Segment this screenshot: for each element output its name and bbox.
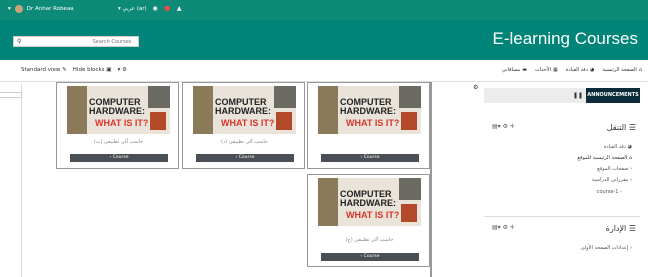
admin-link-frontpage-settings[interactable]: ‹ إعدادات الصفحة الأولى xyxy=(580,245,632,251)
calendar-icon: ▦ xyxy=(552,67,558,73)
search-input[interactable] xyxy=(21,38,132,45)
course-button[interactable]: ‹ Course xyxy=(196,154,294,162)
course-name[interactable]: حاسب آلي تطبيقي (ج) xyxy=(308,237,431,243)
home-icon: ⌂ xyxy=(628,155,632,161)
gear-icon[interactable]: ⚙ xyxy=(473,84,478,91)
dashboard-icon: ◕ xyxy=(627,144,632,150)
site-title[interactable]: E-learning Courses xyxy=(492,29,638,49)
nav-home[interactable]: ⌂ الصفحة الرئيسية xyxy=(602,67,642,73)
course-button[interactable]: ‹ Course xyxy=(321,154,419,162)
search-box[interactable]: ⚲ xyxy=(13,36,139,47)
navigation-block: ▤▾ ⚙ ✛ التنقل ☰ ◕ دفة القيادة ⌂ الصفحة ا… xyxy=(484,119,640,209)
block-controls[interactable]: ▤▾ ⚙ ✛ xyxy=(492,123,515,130)
nav-events[interactable]: ▦ الأحداث xyxy=(535,67,558,73)
pause-icon[interactable]: ❚❚ xyxy=(573,92,583,99)
bell-icon[interactable]: ▲ xyxy=(176,5,183,12)
top-bar xyxy=(0,0,648,20)
home-icon: ⌂ xyxy=(638,67,642,73)
language-menu[interactable]: ▾ عربي (ar) xyxy=(118,6,147,12)
dashboard-icon: ◕ xyxy=(589,67,595,73)
nav-link-my-courses[interactable]: ‹ مقرراتي الدراسية xyxy=(592,177,632,183)
standard-view-link[interactable]: Standard view ✎ xyxy=(21,67,67,73)
course-card: COMPUTER HARDWARE: WHAT IS IT? حاسب آلي … xyxy=(182,82,305,169)
announcements-label[interactable]: ANNOUNCEMENTS xyxy=(586,88,640,103)
course-name[interactable]: حاسب آلي تطبيقي (د) xyxy=(183,139,306,145)
navigation-block-title: التنقل ☰ xyxy=(606,123,636,132)
course-image[interactable]: COMPUTER HARDWARE: WHAT IS IT? xyxy=(318,86,421,134)
course-button[interactable]: ‹ Course xyxy=(70,154,168,162)
block-controls[interactable]: ▤▾ ⚙ ✛ xyxy=(492,224,515,231)
nav-dashboard[interactable]: ◕ دفة القيادة xyxy=(566,67,595,73)
settings-gear-icon[interactable]: ▾ ⚙ xyxy=(118,67,127,73)
nav-link-course[interactable]: ‹ course-1 xyxy=(597,189,622,195)
nav-link-site-pages[interactable]: ‹ صفحات الموقع xyxy=(597,166,632,172)
avatar[interactable] xyxy=(14,5,23,13)
nav-link-dashboard[interactable]: ◕ دفة القيادة xyxy=(604,144,632,150)
menu-toggle-icon[interactable]: ▾ xyxy=(8,6,11,12)
administration-block-title: الإدارة ☰ xyxy=(605,224,636,233)
course-button[interactable]: ‹ Course xyxy=(321,253,419,261)
course-image[interactable]: COMPUTER HARDWARE: WHAT IS IT? xyxy=(67,86,170,134)
course-card: COMPUTER HARDWARE: WHAT IS IT? ‹ Course xyxy=(307,82,430,169)
nav-link-site-home[interactable]: ⌂ الصفحة الرئيسية للموقع xyxy=(577,155,632,161)
nav-mycourses[interactable]: ▬ مساقاتي xyxy=(502,67,527,73)
administration-block: ▤▾ ⚙ ✛ الإدارة ☰ ‹ إعدادات الصفحة الأولى xyxy=(484,220,640,270)
left-column xyxy=(0,84,22,277)
course-card: COMPUTER HARDWARE: WHAT IS IT? حاسب آلي … xyxy=(56,82,179,169)
globe-icon[interactable]: ◉ xyxy=(152,5,159,12)
briefcase-icon: ▬ xyxy=(522,67,527,73)
course-list: COMPUTER HARDWARE: WHAT IS IT? حاسب آلي … xyxy=(22,82,432,277)
user-name[interactable]: Dr Anhar Robeaa xyxy=(27,6,74,12)
chat-icon[interactable]: ■ xyxy=(164,5,171,12)
course-image[interactable]: COMPUTER HARDWARE: WHAT IS IT? xyxy=(318,178,421,226)
hide-blocks-link[interactable]: Hide blocks ▣ xyxy=(73,67,112,73)
course-image[interactable]: COMPUTER HARDWARE: WHAT IS IT? xyxy=(193,86,296,134)
course-card: COMPUTER HARDWARE: WHAT IS IT? حاسب آلي … xyxy=(307,174,430,267)
divider xyxy=(484,216,640,217)
course-name[interactable]: حاسب آلي تطبيقي (ب) xyxy=(57,139,180,145)
